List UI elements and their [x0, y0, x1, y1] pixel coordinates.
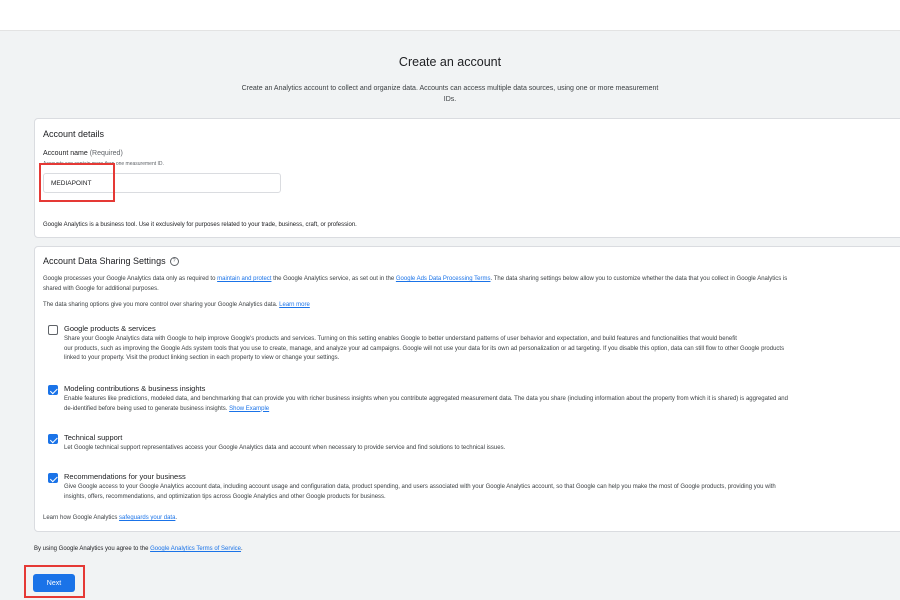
sharing-intro-line-1: Google processes your Google Analytics d… [43, 275, 787, 285]
option-desc-line: Enable features like predictions, modele… [64, 396, 788, 402]
checkbox-technical-support[interactable] [48, 434, 58, 444]
option-title: Modeling contributions & business insigh… [64, 384, 206, 393]
option-description: Give Google access to your Google Analyt… [64, 483, 776, 502]
option-desc-line: our products, such as improving the Goog… [64, 345, 785, 352]
show-example-link[interactable]: Show Example [229, 406, 269, 412]
option-desc-text: de-identified before being used to gener… [64, 405, 230, 412]
data-sharing-heading: Account Data Sharing Settings? [43, 256, 179, 267]
option-title: Technical support [64, 433, 123, 442]
help-icon[interactable]: ? [169, 257, 179, 267]
option-title: Recommendations for your business [64, 472, 186, 481]
options-intro-text: The data sharing options give you more c… [43, 302, 280, 308]
terms-end: . [241, 546, 243, 552]
safeguards-end: . [175, 515, 178, 521]
annotation-highlight-account-name [39, 163, 115, 202]
account-name-label: Account name (Required) [43, 150, 123, 157]
option-title: Google products & services [64, 324, 156, 333]
maintain-protect-link[interactable]: maintain and protect [217, 276, 271, 282]
sharing-intro-text-a: Google processes your Google Analytics d… [43, 276, 218, 282]
page-header: Create an account Create an Analytics ac… [0, 55, 900, 105]
page-title: Create an account [398, 55, 502, 69]
annotation-highlight-next [24, 565, 85, 598]
checkbox-recommendations[interactable] [48, 473, 58, 483]
option-description: Share your Google Analytics data with Go… [64, 335, 784, 364]
option-desc-line: Share your Google Analytics data with Go… [64, 336, 737, 342]
top-bar [0, 0, 900, 31]
option-desc-line: Give Google access to your Google Analyt… [64, 484, 776, 490]
business-note: Google Analytics is a business tool. Use… [43, 222, 357, 228]
account-details-heading: Account details [43, 129, 105, 139]
data-sharing-heading-text: Account Data Sharing Settings [43, 256, 166, 266]
option-desc-line-2: de-identified before being used to gener… [64, 405, 788, 415]
safeguards-link[interactable]: safeguards your data [119, 515, 175, 521]
terms-line: By using Google Analytics you agree to t… [34, 546, 243, 552]
option-desc-line: linked to your property. Visit the produ… [64, 355, 340, 361]
safeguards-line: Learn how Google Analytics safeguards yo… [43, 514, 177, 524]
option-description: Let Google technical support representat… [64, 444, 505, 454]
page-subtitle: Create an Analytics account to collect a… [241, 85, 659, 103]
account-details-card: Account details Account name (Required) … [34, 118, 900, 238]
option-desc-line: Let Google technical support representat… [64, 445, 506, 451]
data-sharing-card: Account Data Sharing Settings? Google pr… [34, 246, 900, 532]
safeguards-text: Learn how Google Analytics [43, 515, 120, 521]
sharing-intro-text-b: the Google Analytics service, as set out… [271, 276, 396, 282]
checkbox-modeling-contributions[interactable] [48, 385, 58, 395]
ads-processing-terms-link[interactable]: Google Ads Data Processing Terms [396, 276, 491, 282]
option-desc-line: insights, offers, recommendations, and o… [64, 493, 386, 500]
account-name-label-text: Account name [43, 150, 88, 157]
terms-text: By using Google Analytics you agree to t… [34, 546, 151, 552]
options-intro: The data sharing options give you more c… [43, 301, 310, 311]
option-description: Enable features like predictions, modele… [64, 395, 788, 414]
terms-of-service-link[interactable]: Google Analytics Terms of Service [150, 546, 241, 552]
learn-more-link[interactable]: Learn more [279, 302, 310, 308]
sharing-intro-line-2: shared with Google for additional purpos… [43, 285, 159, 292]
sharing-intro-text-c: . The data sharing settings below allow … [490, 276, 788, 282]
required-label: (Required) [89, 150, 123, 157]
checkbox-google-products[interactable] [48, 325, 58, 335]
